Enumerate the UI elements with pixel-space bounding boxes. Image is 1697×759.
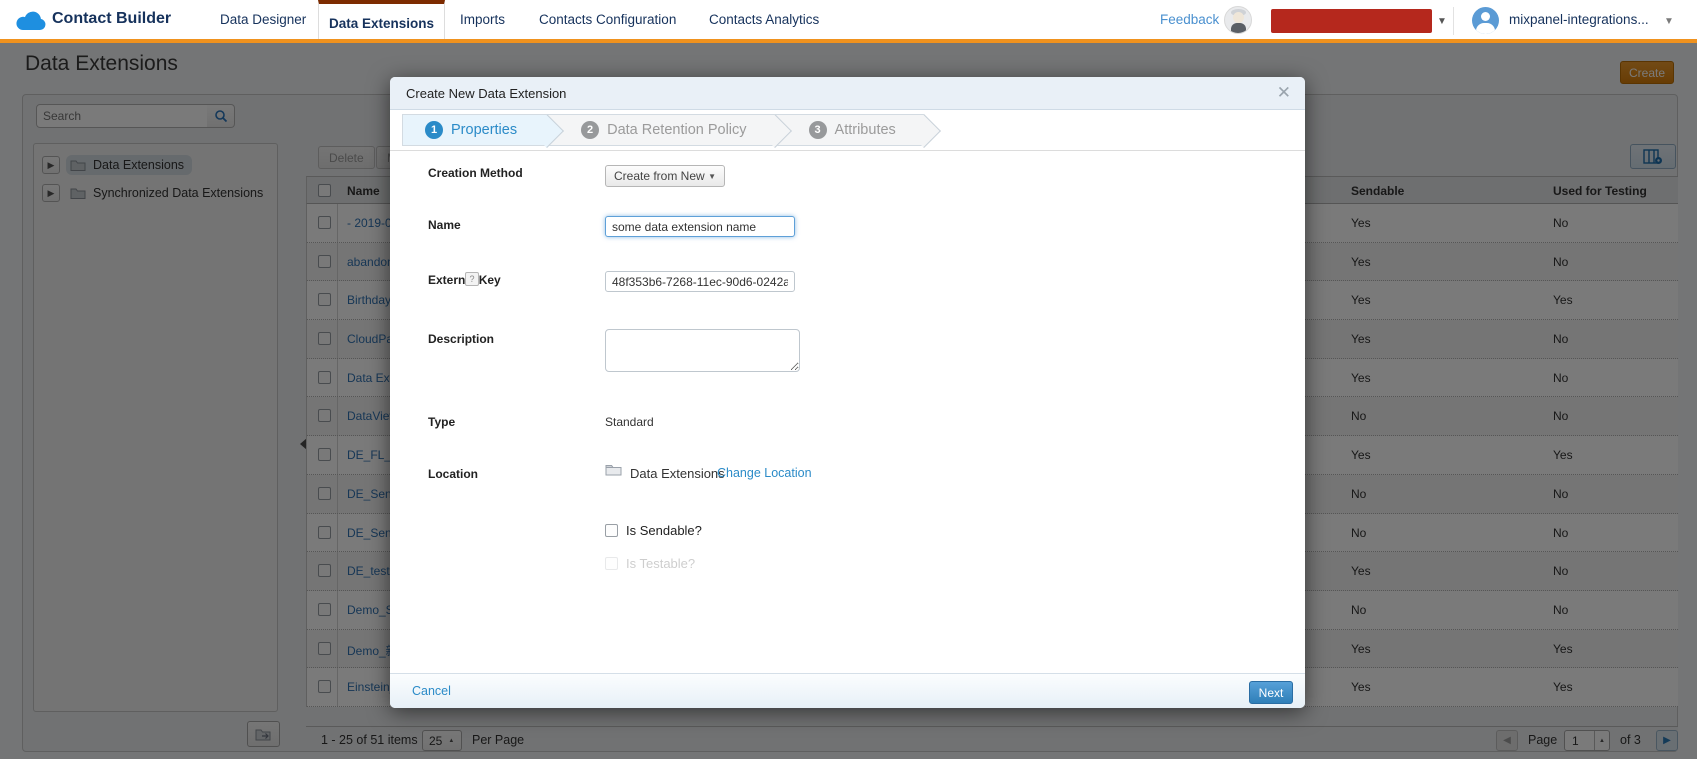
step-number: 2 xyxy=(581,121,599,139)
name-label: Name xyxy=(428,218,461,232)
einstein-head xyxy=(1233,12,1244,23)
close-icon[interactable]: ✕ xyxy=(1277,83,1291,103)
user-avatar-body xyxy=(1476,23,1495,34)
is-testable-label: Is Testable? xyxy=(626,556,695,571)
type-value: Standard xyxy=(605,415,654,429)
wizard-steps: 1 Properties 2 Data Retention Policy 3 A… xyxy=(390,110,1305,151)
nav-divider xyxy=(1453,7,1454,35)
next-button[interactable]: Next xyxy=(1249,681,1293,704)
app-title: Contact Builder xyxy=(52,10,171,28)
modal-title: Create New Data Extension xyxy=(406,86,566,101)
feedback-link[interactable]: Feedback xyxy=(1160,12,1219,27)
user-avatar-head xyxy=(1481,12,1490,21)
help-icon[interactable]: ? xyxy=(465,272,479,286)
creation-method-dropdown[interactable]: Create from New ▼ xyxy=(605,165,725,187)
is-testable-checkbox xyxy=(605,557,618,570)
tab-imports[interactable]: Imports xyxy=(460,12,505,27)
cloud-logo-icon xyxy=(15,9,48,32)
description-label: Description xyxy=(428,332,494,346)
change-location-link[interactable]: Change Location xyxy=(717,466,812,480)
top-navbar: Contact Builder Data Designer Data Exten… xyxy=(0,0,1697,39)
location-value: Data Extensions xyxy=(630,466,725,481)
step-number: 1 xyxy=(425,121,443,139)
is-sendable-checkbox[interactable] xyxy=(605,524,618,537)
is-sendable-row: Is Sendable? xyxy=(605,523,702,538)
cancel-link[interactable]: Cancel xyxy=(412,684,451,698)
tab-data-extensions[interactable]: Data Extensions xyxy=(318,0,445,43)
step-properties[interactable]: 1 Properties xyxy=(402,114,547,146)
is-sendable-label: Is Sendable? xyxy=(626,523,702,538)
step-arrow xyxy=(907,114,941,148)
create-data-extension-modal: Create New Data Extension ✕ 1 Properties… xyxy=(390,77,1305,708)
folder-icon xyxy=(605,463,622,476)
chevron-down-icon[interactable]: ▼ xyxy=(1437,16,1447,27)
modal-header: Create New Data Extension ✕ xyxy=(390,77,1305,110)
name-input[interactable] xyxy=(605,216,795,237)
account-chevron-down-icon[interactable]: ▼ xyxy=(1664,16,1674,27)
tab-data-designer[interactable]: Data Designer xyxy=(220,12,306,27)
chevron-down-icon: ▼ xyxy=(708,172,716,181)
einstein-body xyxy=(1231,23,1246,34)
step-data-retention-policy[interactable]: 2 Data Retention Policy xyxy=(547,114,774,146)
user-avatar[interactable] xyxy=(1472,7,1499,34)
einstein-avatar[interactable] xyxy=(1224,6,1252,34)
step-attributes[interactable]: 3 Attributes xyxy=(775,114,924,146)
is-testable-row: Is Testable? xyxy=(605,556,695,571)
tab-contacts-configuration[interactable]: Contacts Configuration xyxy=(539,12,676,27)
modal-footer: Cancel Next xyxy=(390,673,1305,708)
account-name[interactable]: mixpanel-integrations... xyxy=(1509,12,1649,27)
tab-contacts-analytics[interactable]: Contacts Analytics xyxy=(709,12,819,27)
description-textarea[interactable] xyxy=(605,329,800,372)
type-label: Type xyxy=(428,415,455,429)
external-key-input[interactable] xyxy=(605,271,795,292)
location-label: Location xyxy=(428,467,478,481)
step-number: 3 xyxy=(809,121,827,139)
creation-method-label: Creation Method xyxy=(428,166,523,180)
redacted-business-unit-selector[interactable] xyxy=(1271,9,1432,33)
screen: Contact Builder Data Designer Data Exten… xyxy=(0,0,1697,759)
